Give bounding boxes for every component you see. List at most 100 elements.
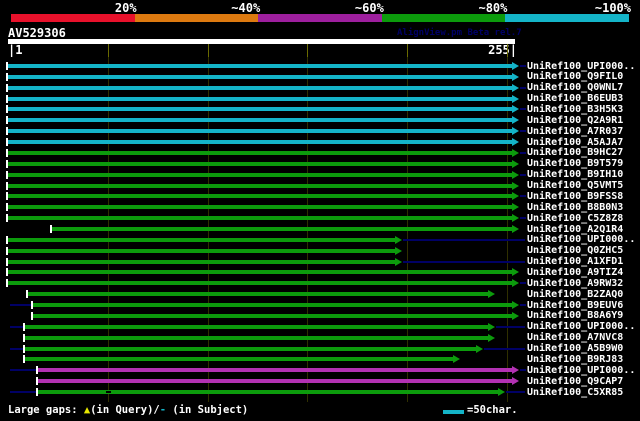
- legend-label: ~100%: [541, 2, 631, 14]
- scale-tick: [208, 44, 209, 57]
- alignment-bar[interactable]: [25, 357, 453, 361]
- subject-label[interactable]: UniRef100_B6EUB3: [527, 93, 623, 104]
- alignment-bar[interactable]: [8, 173, 512, 177]
- subject-label[interactable]: UniRef100_A7R037: [527, 126, 623, 137]
- gaps-legend-part: Large gaps:: [8, 404, 84, 416]
- alignment-arrow-icon: [512, 268, 519, 276]
- gaps-legend-part: (in Subject): [166, 404, 248, 416]
- scale-start-label: |1: [8, 44, 22, 57]
- alignment-arrow-icon: [453, 355, 460, 363]
- alignment-arrow-icon: [395, 236, 402, 244]
- subject-overhang-line: [403, 261, 525, 263]
- alignment-bar[interactable]: [8, 129, 512, 133]
- alignment-bar[interactable]: [8, 205, 512, 209]
- alignment-bar[interactable]: [33, 303, 512, 307]
- subject-overhang-line: [520, 369, 526, 371]
- alignment-arrow-icon: [395, 258, 402, 266]
- legend-segment-purple: [258, 14, 382, 22]
- legend-segment-orange: [135, 14, 259, 22]
- subject-label[interactable]: UniRef100_B8B0N3: [527, 202, 623, 213]
- alignment-bar[interactable]: [8, 151, 512, 155]
- alignment-arrow-icon: [395, 247, 402, 255]
- alignment-bar[interactable]: [28, 292, 488, 296]
- subject-overhang-line: [496, 326, 525, 328]
- alignment-bar[interactable]: [8, 162, 512, 166]
- subject-label[interactable]: UniRef100_C5Z8Z8: [527, 213, 623, 224]
- scalebar-label: =50char.: [467, 404, 518, 417]
- alignment-bar[interactable]: [8, 249, 395, 253]
- subject-overhang-line: [403, 239, 525, 241]
- alignment-arrow-icon: [512, 301, 519, 309]
- alignment-bar[interactable]: [8, 281, 512, 285]
- subject-label[interactable]: UniRef100_UPI000..: [527, 365, 635, 376]
- subject-label[interactable]: UniRef100_A1XFD1: [527, 256, 623, 267]
- alignment-bar[interactable]: [25, 325, 488, 329]
- subject-label[interactable]: UniRef100_B9T579: [527, 158, 623, 169]
- subject-label[interactable]: UniRef100_B3H5K3: [527, 104, 623, 115]
- subject-label[interactable]: UniRef100_C5XR85: [527, 387, 623, 398]
- gap-marker-edge: [106, 393, 111, 394]
- subject-label[interactable]: UniRef100_A7NVC8: [527, 332, 623, 343]
- subject-label[interactable]: UniRef100_Q2A9R1: [527, 115, 623, 126]
- alignment-bar[interactable]: [38, 368, 512, 372]
- scale-tick: [108, 44, 109, 57]
- subject-label[interactable]: UniRef100_Q5VMT5: [527, 180, 623, 191]
- alignment-arrow-icon: [488, 290, 495, 298]
- subject-label[interactable]: UniRef100_UPI000..: [527, 234, 635, 245]
- alignment-arrow-icon: [512, 95, 519, 103]
- subject-overhang-line: [10, 391, 36, 393]
- alignment-bar[interactable]: [8, 238, 395, 242]
- legend-label: ~60%: [294, 2, 384, 14]
- alignment-bar[interactable]: [33, 314, 512, 318]
- alignment-bar[interactable]: [8, 118, 512, 122]
- subject-label[interactable]: UniRef100_A5B9W0: [527, 343, 623, 354]
- subject-label[interactable]: UniRef100_B9RJ83: [527, 354, 623, 365]
- alignment-arrow-icon: [488, 334, 495, 342]
- alignment-bar[interactable]: [8, 64, 512, 68]
- subject-label[interactable]: UniRef100_Q9CAP7: [527, 376, 623, 387]
- subject-label[interactable]: UniRef100_UPI000..: [527, 61, 635, 72]
- alignment-bar[interactable]: [8, 86, 512, 90]
- subject-label[interactable]: UniRef100_B8A6Y9: [527, 310, 623, 321]
- alignment-bar[interactable]: [8, 75, 512, 79]
- alignment-bar[interactable]: [8, 194, 512, 198]
- subject-label[interactable]: UniRef100_B9EUV6: [527, 300, 623, 311]
- alignment-arrow-icon: [512, 377, 519, 385]
- alignment-arrow-icon: [512, 225, 519, 233]
- alignment-arrow-icon: [512, 366, 519, 374]
- alignment-bar[interactable]: [8, 140, 512, 144]
- subject-overhang-line: [520, 282, 526, 284]
- alignment-bar[interactable]: [8, 260, 395, 264]
- alignment-bar[interactable]: [25, 336, 488, 340]
- subject-overhang-line: [506, 391, 525, 393]
- subject-label[interactable]: UniRef100_A2Q1R4: [527, 224, 623, 235]
- alignment-bar[interactable]: [8, 107, 512, 111]
- subject-label[interactable]: UniRef100_B9IH10: [527, 169, 623, 180]
- alignment-arrow-icon: [512, 73, 519, 81]
- alignment-arrow-icon: [512, 138, 519, 146]
- alignment-bar[interactable]: [52, 227, 512, 231]
- subject-label[interactable]: UniRef100_Q0ZHC5: [527, 245, 623, 256]
- subject-label[interactable]: UniRef100_B9FSS8: [527, 191, 623, 202]
- query-bar: [8, 39, 515, 44]
- subject-label[interactable]: UniRef100_Q0WNL7: [527, 82, 623, 93]
- subject-overhang-line: [520, 174, 526, 176]
- subject-label[interactable]: UniRef100_A9RW32: [527, 278, 623, 289]
- gap-marker: [106, 390, 111, 394]
- subject-label[interactable]: UniRef100_B9HC27: [527, 147, 623, 158]
- footer-gaps-legend: Large gaps: ▲(in Query)/- (in Subject): [8, 404, 248, 417]
- alignment-bar[interactable]: [8, 216, 512, 220]
- alignment-bar[interactable]: [38, 379, 512, 383]
- alignment-bar[interactable]: [8, 184, 512, 188]
- subject-label[interactable]: UniRef100_UPI000..: [527, 321, 635, 332]
- alignment-bar[interactable]: [25, 347, 476, 351]
- alignment-bar[interactable]: [8, 97, 512, 101]
- subject-label[interactable]: UniRef100_A5AJA7: [527, 137, 623, 148]
- legend-label: ~80%: [417, 2, 507, 14]
- subject-label[interactable]: UniRef100_Q9FIL0: [527, 71, 623, 82]
- subject-overhang-line: [520, 130, 526, 132]
- subject-label[interactable]: UniRef100_A9TIZ4: [527, 267, 623, 278]
- alignment-bar[interactable]: [8, 270, 512, 274]
- subject-label[interactable]: UniRef100_B2ZAQ0: [527, 289, 623, 300]
- legend-segment-green: [382, 14, 506, 22]
